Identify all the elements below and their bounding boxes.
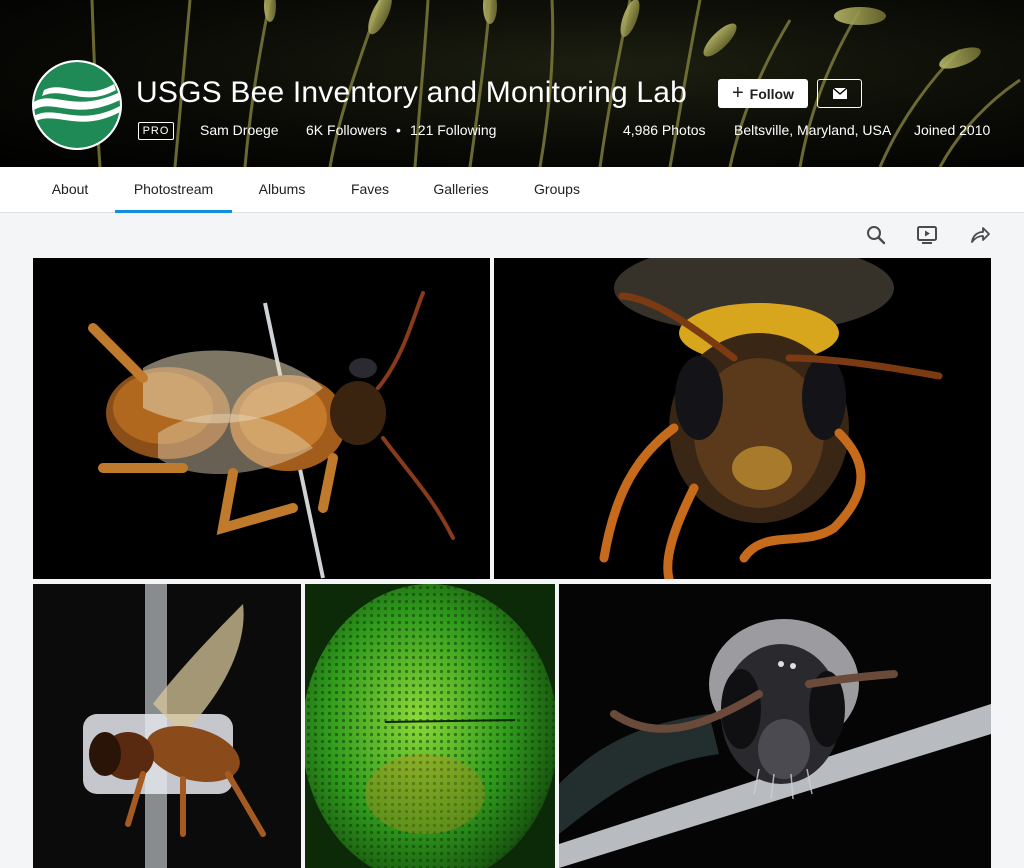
photo-green-thorax[interactable] (305, 584, 555, 868)
bee-on-pin-image (33, 584, 301, 868)
photo-bee-face-front[interactable] (494, 258, 991, 579)
pro-badge: PRO (138, 122, 174, 140)
photo-gray-bee-face[interactable] (559, 584, 991, 868)
tab-galleries[interactable]: Galleries (424, 167, 498, 213)
usgs-logo-icon (34, 62, 120, 148)
tab-about[interactable]: About (36, 167, 104, 213)
search-icon (867, 226, 886, 245)
tab-groups[interactable]: Groups (522, 167, 592, 213)
share-icon (971, 227, 990, 243)
gray-bee-face-image (559, 584, 991, 868)
following-count[interactable]: 121 Following (410, 122, 496, 138)
photo-bee-on-pin[interactable] (33, 584, 301, 868)
photo-bee-side-view[interactable] (33, 258, 490, 579)
plus-icon: + (731, 81, 744, 104)
photos-count: 4,986 Photos (623, 122, 706, 138)
search-photostream-button[interactable] (865, 224, 887, 246)
tab-faves[interactable]: Faves (340, 167, 400, 213)
page-title: USGS Bee Inventory and Monitoring Lab (136, 76, 688, 109)
bee-face-front-image (494, 258, 991, 579)
follow-button-label: Follow (749, 85, 794, 102)
location: Beltsville, Maryland, USA (734, 122, 892, 138)
slideshow-button[interactable] (916, 224, 938, 246)
bee-side-view-image (33, 258, 490, 579)
cover-photo: USGS Bee Inventory and Monitoring Lab + … (0, 0, 1024, 167)
avatar[interactable] (32, 60, 122, 150)
tab-albums[interactable]: Albums (248, 167, 316, 213)
green-thorax-image (305, 584, 555, 868)
meta-separator: • (396, 122, 401, 138)
share-button[interactable] (969, 224, 991, 246)
owner-name[interactable]: Sam Droege (200, 122, 279, 138)
message-button[interactable] (817, 79, 862, 108)
profile-nav: About Photostream Albums Faves Galleries… (0, 167, 1024, 213)
followers-count[interactable]: 6K Followers (306, 122, 387, 138)
joined-date: Joined 2010 (914, 122, 991, 138)
slideshow-icon (917, 226, 937, 244)
follow-button[interactable]: + Follow (718, 79, 808, 108)
tab-photostream[interactable]: Photostream (115, 167, 232, 213)
mail-icon (832, 88, 847, 99)
